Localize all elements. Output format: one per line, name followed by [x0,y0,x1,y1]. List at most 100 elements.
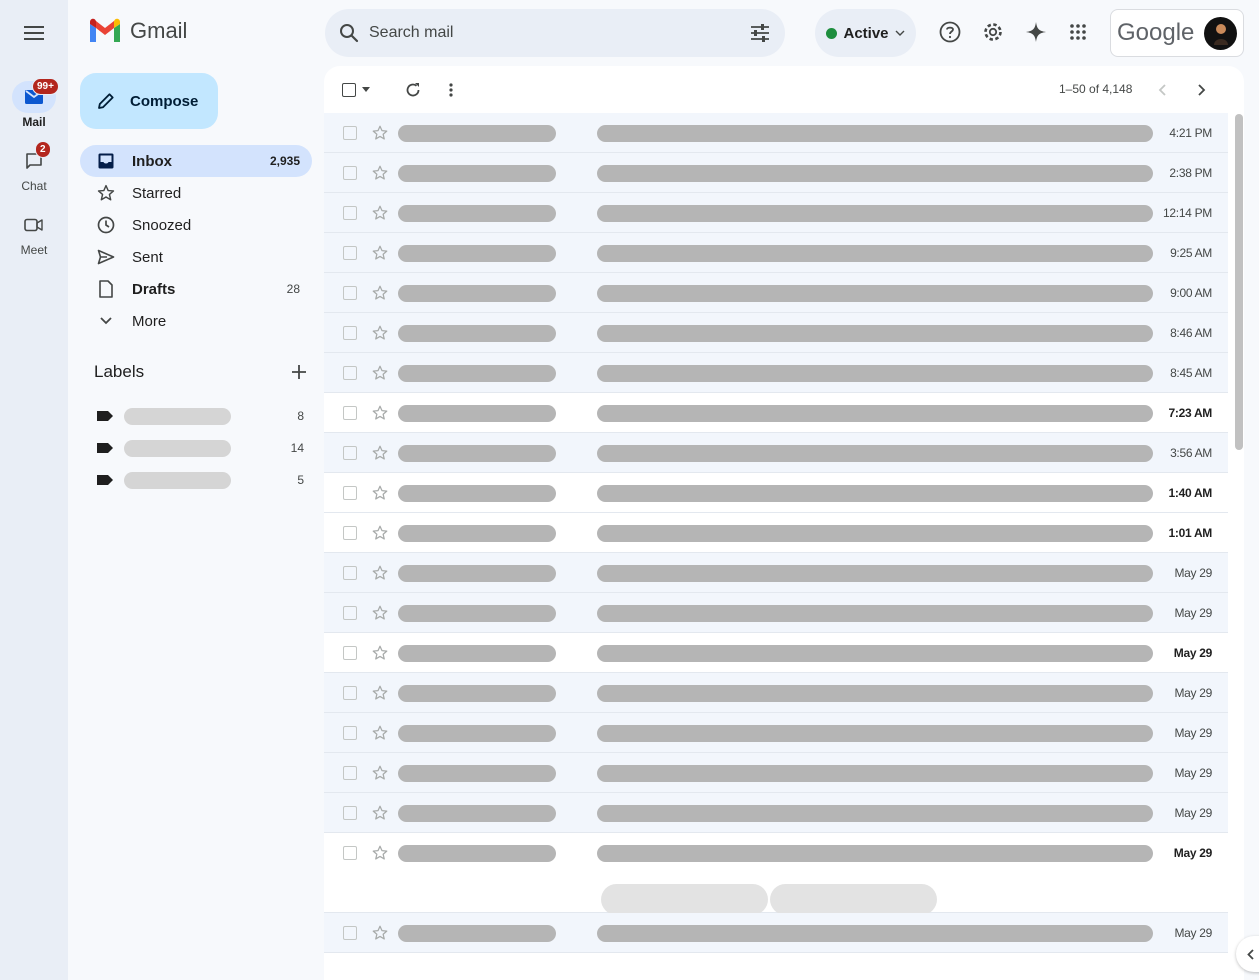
row-checkbox[interactable] [343,766,357,780]
rail-item-meet[interactable]: Meet [0,209,68,257]
nav-item-sent[interactable]: Sent [80,241,312,273]
email-row[interactable]: May 29 [324,713,1228,753]
rail-item-chat[interactable]: 2 Chat [0,141,68,193]
row-checkbox[interactable] [343,726,357,740]
star-icon[interactable] [371,764,389,782]
email-row[interactable]: 9:00 AM [324,273,1228,313]
apps-button[interactable] [1063,17,1093,47]
select-all-button[interactable] [342,75,380,105]
row-checkbox[interactable] [343,566,357,580]
email-row[interactable]: May 29 [324,833,1228,915]
main-menu-button[interactable] [18,18,50,48]
star-icon[interactable] [371,364,389,382]
row-checkbox[interactable] [343,286,357,300]
row-checkbox[interactable] [343,366,357,380]
gear-icon [984,23,1002,41]
account-button[interactable]: Google [1110,9,1244,57]
email-row[interactable]: 1:01 AM [324,513,1228,553]
settings-button[interactable] [978,17,1008,47]
rail-item-mail[interactable]: 99+ Mail [0,78,68,129]
nav-item-inbox[interactable]: Inbox 2,935 [80,145,312,177]
row-checkbox[interactable] [343,406,357,420]
subject-redacted [597,845,1153,862]
older-page-button[interactable] [1190,78,1214,102]
clock-icon [97,216,115,234]
star-icon[interactable] [371,124,389,142]
status-selector[interactable]: Active [815,9,916,57]
star-icon[interactable] [371,644,389,662]
row-checkbox[interactable] [343,846,357,860]
star-icon[interactable] [371,524,389,542]
email-row[interactable]: May 29 [324,793,1228,833]
star-icon[interactable] [371,444,389,462]
more-actions-button[interactable] [436,75,466,105]
email-row[interactable]: 12:14 PM [324,193,1228,233]
star-icon[interactable] [371,324,389,342]
nav-item-snoozed[interactable]: Snoozed [80,209,312,241]
email-row[interactable]: May 29 [324,553,1228,593]
star-icon[interactable] [371,604,389,622]
nav-label: Inbox [132,152,172,170]
gmail-logo[interactable]: Gmail [88,18,187,44]
attachment-chip[interactable] [770,884,937,915]
newer-page-button[interactable] [1150,78,1174,102]
email-row[interactable]: 8:46 AM [324,313,1228,353]
email-row[interactable]: 1:40 AM [324,473,1228,513]
star-icon[interactable] [371,844,389,862]
email-row[interactable]: 9:25 AM [324,233,1228,273]
nav-item-drafts[interactable]: Drafts 28 [80,273,312,305]
sender-redacted [398,285,556,302]
refresh-button[interactable] [394,75,432,105]
star-icon[interactable] [371,164,389,182]
star-icon[interactable] [371,204,389,222]
star-icon[interactable] [371,564,389,582]
row-checkbox[interactable] [343,486,357,500]
row-checkbox[interactable] [343,646,357,660]
row-checkbox[interactable] [343,166,357,180]
row-checkbox[interactable] [343,446,357,460]
star-icon[interactable] [371,284,389,302]
sender-redacted [398,605,556,622]
search-options-icon[interactable] [749,23,771,43]
star-icon[interactable] [371,924,389,942]
plus-icon[interactable] [292,365,306,379]
row-checkbox[interactable] [343,326,357,340]
row-checkbox[interactable] [343,926,357,940]
star-icon[interactable] [371,804,389,822]
email-row[interactable]: May 29 [324,913,1228,953]
email-row[interactable]: May 29 [324,633,1228,673]
row-checkbox[interactable] [343,686,357,700]
search-input[interactable] [369,24,749,42]
email-row[interactable]: May 29 [324,753,1228,793]
email-row[interactable]: May 29 [324,673,1228,713]
star-icon[interactable] [371,484,389,502]
email-row[interactable]: 3:56 AM [324,433,1228,473]
chevron-right-icon [1198,84,1206,96]
label-item[interactable]: 8 [96,400,304,432]
star-icon[interactable] [371,724,389,742]
row-checkbox[interactable] [343,126,357,140]
attachment-chip[interactable] [601,884,768,915]
row-checkbox[interactable] [343,526,357,540]
email-row[interactable]: 4:21 PM [324,113,1228,153]
search-bar[interactable] [325,9,785,57]
star-icon[interactable] [371,244,389,262]
compose-button[interactable]: Compose [80,73,218,129]
email-row[interactable]: May 29 [324,593,1228,633]
label-item[interactable]: 5 [96,464,304,496]
row-checkbox[interactable] [343,806,357,820]
support-button[interactable] [935,17,965,47]
row-checkbox[interactable] [343,606,357,620]
nav-item-more[interactable]: More [80,305,312,337]
row-checkbox[interactable] [343,246,357,260]
nav-item-starred[interactable]: Starred [80,177,312,209]
email-row[interactable]: 2:38 PM [324,153,1228,193]
gemini-button[interactable] [1021,17,1051,47]
email-row[interactable]: 8:45 AM [324,353,1228,393]
star-icon[interactable] [371,684,389,702]
label-item[interactable]: 14 [96,432,304,464]
email-row[interactable]: 7:23 AM [324,393,1228,433]
row-checkbox[interactable] [343,206,357,220]
scrollbar[interactable] [1235,114,1243,450]
star-icon[interactable] [371,404,389,422]
